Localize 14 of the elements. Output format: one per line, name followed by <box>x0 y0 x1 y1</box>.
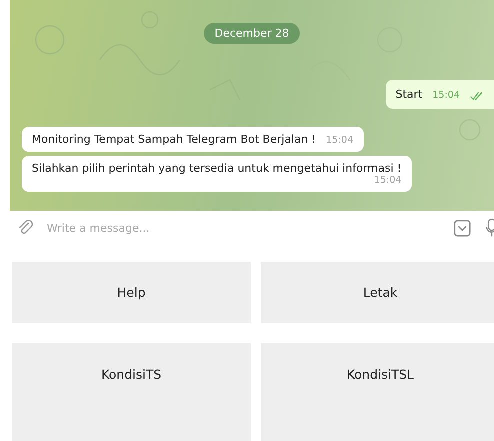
message-time: 15:04 <box>432 90 460 101</box>
attach-icon[interactable] <box>17 219 35 237</box>
message-time: 15:04 <box>326 135 354 146</box>
keyboard-button[interactable]: KondisiTS <box>12 343 251 441</box>
message-time: 15:04 <box>374 175 402 186</box>
message-text: Start <box>396 88 423 101</box>
keyboard-button[interactable]: KondisiTSL <box>261 343 494 441</box>
keyboard-toggle-icon[interactable] <box>453 218 472 238</box>
keyboard-button[interactable]: Help <box>12 262 251 323</box>
message-text: Silahkan pilih perintah yang tersedia untuk mengetahui informasi ! <box>32 162 402 175</box>
keyboard-button[interactable]: Letak <box>261 262 494 323</box>
message-input[interactable]: Write a message... <box>45 220 453 236</box>
date-badge: December 28 <box>204 23 300 44</box>
message-text: Monitoring Tempat Sampah Telegram Bot Berjalan ! <box>32 133 316 146</box>
